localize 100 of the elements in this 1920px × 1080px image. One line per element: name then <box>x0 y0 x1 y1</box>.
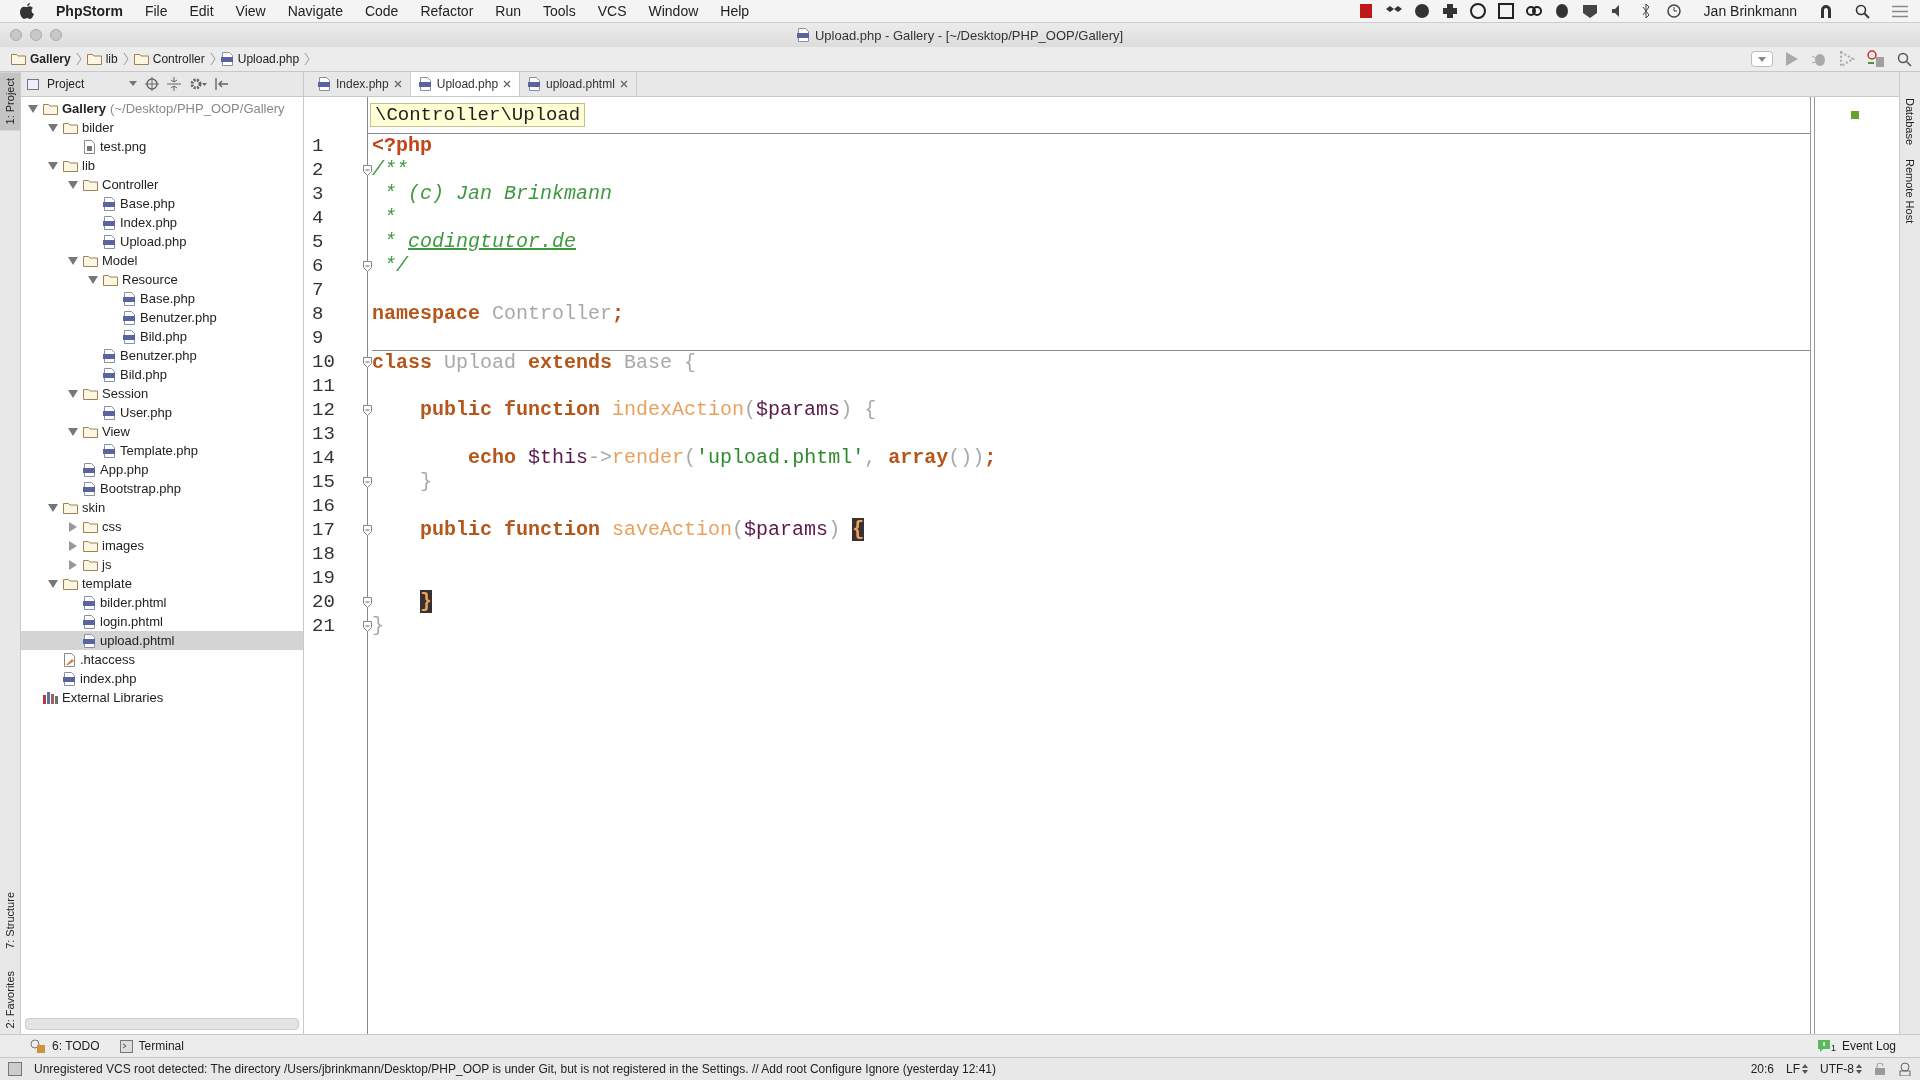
stop-sync-icon[interactable] <box>1867 50 1885 68</box>
menu-item[interactable]: Tools <box>543 3 576 19</box>
line-separator-selector[interactable]: LF <box>1786 1062 1808 1076</box>
tool-window-button[interactable]: 6: TODO <box>30 1039 100 1053</box>
tree-item[interactable]: images <box>21 536 303 555</box>
close-icon[interactable] <box>619 80 628 88</box>
menu-extra-icon[interactable] <box>1469 3 1486 19</box>
tree-item[interactable]: Bild.php <box>21 365 303 384</box>
dropdown-arrow-icon[interactable] <box>129 81 137 87</box>
tree-item[interactable]: Resource <box>21 270 303 289</box>
hide-panel-icon[interactable] <box>215 77 229 91</box>
app-menu[interactable]: PhpStorm <box>56 3 123 19</box>
tree-item[interactable]: App.php <box>21 460 303 479</box>
scrollbar[interactable] <box>25 1018 299 1030</box>
tree-item[interactable]: login.phtml <box>21 612 303 631</box>
menu-item[interactable]: Run <box>495 3 521 19</box>
menu-item[interactable]: View <box>235 3 266 19</box>
tree-item[interactable]: Upload.php <box>21 232 303 251</box>
tree-item[interactable]: skin <box>21 498 303 517</box>
search-icon[interactable] <box>1855 3 1870 19</box>
tool-window-button[interactable]: 1: Project <box>0 72 20 131</box>
expand-arrow-icon[interactable] <box>67 388 79 399</box>
menu-item[interactable]: Code <box>364 3 399 19</box>
dropdown-icon[interactable] <box>1751 51 1773 67</box>
expand-arrow-icon[interactable] <box>47 160 59 171</box>
menu-extra-icon[interactable] <box>1441 3 1458 19</box>
expand-arrow-icon[interactable] <box>47 122 59 133</box>
editor-tab[interactable]: Upload.php <box>410 72 521 96</box>
fold-icon[interactable] <box>363 476 372 488</box>
editor-tab[interactable]: upload.phtml <box>520 72 637 96</box>
fold-icon[interactable] <box>363 356 372 368</box>
tree-item[interactable]: Bild.php <box>21 327 303 346</box>
lock-icon[interactable] <box>1819 3 1833 19</box>
fold-icon[interactable] <box>363 260 372 272</box>
tree-item[interactable]: Base.php <box>21 289 303 308</box>
expand-arrow-icon[interactable] <box>67 255 79 266</box>
tree-item[interactable]: External Libraries <box>21 688 303 707</box>
fold-icon[interactable] <box>363 620 372 632</box>
tool-window-button[interactable]: 7: Structure <box>0 885 20 955</box>
event-log-button[interactable]: 1 Event Log <box>1816 1039 1896 1053</box>
tree-item[interactable]: Benutzer.php <box>21 308 303 327</box>
breadcrumb-item[interactable]: lib <box>83 52 121 66</box>
inspector-icon[interactable] <box>1898 1062 1912 1076</box>
apple-logo-icon[interactable] <box>20 3 34 19</box>
fold-icon[interactable] <box>363 404 372 416</box>
menu-item[interactable]: File <box>144 3 168 19</box>
collapse-arrow-icon[interactable] <box>67 540 79 551</box>
collapse-arrow-icon[interactable] <box>67 559 79 570</box>
fold-icon[interactable] <box>363 164 372 176</box>
tree-item[interactable]: User.php <box>21 403 303 422</box>
menu-item[interactable]: Refactor <box>420 3 474 19</box>
tree-item[interactable]: js <box>21 555 303 574</box>
tool-window-button[interactable]: Terminal <box>119 1039 184 1053</box>
fold-icon[interactable] <box>363 596 372 608</box>
tool-window-button[interactable]: 2: Favorites <box>0 964 20 1034</box>
gear-icon[interactable] <box>189 77 207 91</box>
tree-item[interactable]: Bootstrap.php <box>21 479 303 498</box>
tree-item[interactable]: Controller <box>21 175 303 194</box>
tree-item[interactable]: template <box>21 574 303 593</box>
tool-window-button[interactable]: Remote Host <box>1900 159 1920 224</box>
menu-extra-icon[interactable] <box>1665 3 1682 19</box>
panel-toggle-icon[interactable] <box>8 1062 22 1076</box>
tree-item[interactable]: Session <box>21 384 303 403</box>
menu-item[interactable]: Window <box>648 3 699 19</box>
close-icon[interactable] <box>393 80 402 88</box>
tree-item[interactable]: Base.php <box>21 194 303 213</box>
fold-icon[interactable] <box>363 524 372 536</box>
menu-item[interactable]: Edit <box>189 3 214 19</box>
tree-item[interactable]: Benutzer.php <box>21 346 303 365</box>
close-icon[interactable] <box>503 80 512 88</box>
expand-arrow-icon[interactable] <box>67 179 79 190</box>
expand-arrow-icon[interactable] <box>47 578 59 589</box>
breadcrumb-item[interactable]: Gallery <box>8 52 74 66</box>
list-icon[interactable] <box>1892 4 1908 18</box>
collapse-arrow-icon[interactable] <box>67 521 79 532</box>
tree-item[interactable]: Index.php <box>21 213 303 232</box>
expand-arrow-icon[interactable] <box>27 103 39 114</box>
caret-position[interactable]: 20:6 <box>1750 1062 1774 1076</box>
tree-item[interactable]: index.php <box>21 669 303 688</box>
tree-item[interactable]: .htaccess <box>21 650 303 669</box>
expand-arrow-icon[interactable] <box>67 426 79 437</box>
breadcrumb-item[interactable]: Controller <box>130 52 208 66</box>
tree-item[interactable]: Gallery (~/Desktop/PHP_OOP/Gallery <box>21 99 303 118</box>
collapse-all-icon[interactable] <box>167 77 181 91</box>
breadcrumb-item[interactable]: Upload.php <box>217 52 303 66</box>
expand-arrow-icon[interactable] <box>87 274 99 285</box>
scope-breadcrumb[interactable]: \Controller\Upload <box>370 103 586 127</box>
editor-tab[interactable]: Index.php <box>310 72 411 96</box>
user-name[interactable]: Jan Brinkmann <box>1703 3 1797 19</box>
menu-extra-icon[interactable] <box>1553 3 1570 19</box>
menu-item[interactable]: Navigate <box>287 3 343 19</box>
search-icon[interactable] <box>1897 51 1912 67</box>
tree-item[interactable]: bilder.phtml <box>21 593 303 612</box>
tree-item[interactable]: bilder <box>21 118 303 137</box>
view-dropdown[interactable]: Project <box>47 77 121 91</box>
tree-item[interactable]: Model <box>21 251 303 270</box>
menu-item[interactable]: Help <box>720 3 750 19</box>
menu-extra-icon[interactable] <box>1525 3 1542 19</box>
tree-item[interactable]: upload.phtml <box>21 631 303 650</box>
menu-extra-icon[interactable] <box>1497 3 1514 19</box>
